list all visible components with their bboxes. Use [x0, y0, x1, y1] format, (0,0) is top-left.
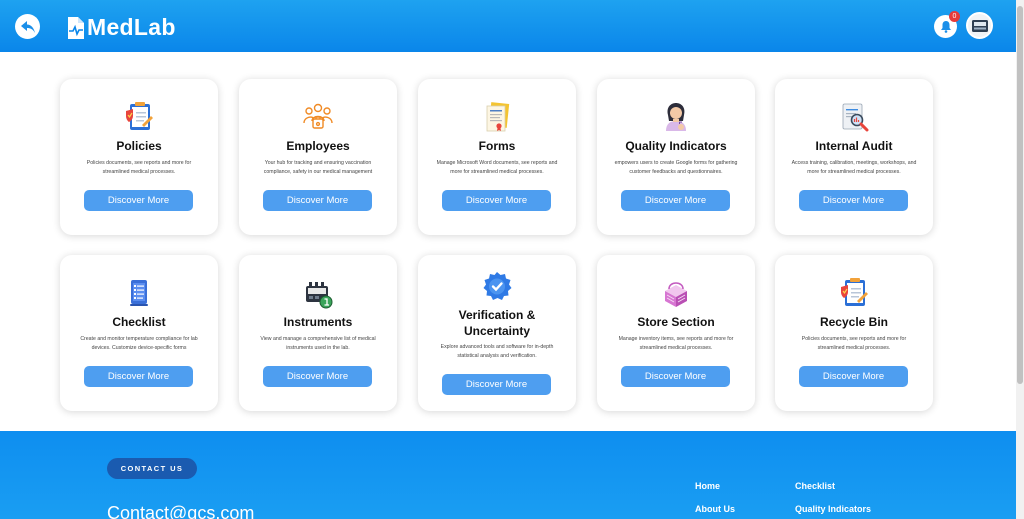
- card-title: Store Section: [637, 315, 715, 329]
- card-policies: Policies Policies documents, see reports…: [60, 79, 218, 235]
- card-description: Manage inventory items, see reports and …: [618, 336, 734, 351]
- card-store-section: Store Section Manage inventory items, se…: [597, 255, 755, 411]
- card-title: Forms: [478, 139, 516, 153]
- discover-more-button[interactable]: Discover More: [442, 374, 551, 395]
- card-description: Policies documents, see reports and more…: [801, 336, 907, 351]
- card-description: Explore advanced tools and software for …: [440, 344, 554, 359]
- avatar-icon: [971, 19, 988, 32]
- card-employees: Employees Your hub for tracking and ensu…: [239, 79, 397, 235]
- recycle-bin-icon: [841, 278, 868, 306]
- card-description: Your hub for tracking and ensuring vacci…: [263, 160, 373, 175]
- card-description: Access training, calibration, meetings, …: [791, 160, 917, 175]
- card-title: Internal Audit: [815, 139, 893, 153]
- card-title: Instruments: [283, 315, 353, 329]
- discover-more-button[interactable]: Discover More: [84, 366, 193, 387]
- verification-icon: [483, 272, 512, 300]
- brand-logo[interactable]: MedLab: [66, 14, 176, 41]
- bell-icon: [940, 21, 951, 33]
- card-title: Quality Indicators: [625, 139, 727, 153]
- card-title: Recycle Bin: [819, 315, 889, 329]
- footer-link-checklist[interactable]: Checklist: [795, 481, 835, 491]
- card-recycle-bin: Recycle Bin Policies documents, see repo…: [775, 255, 933, 411]
- discover-more-button[interactable]: Discover More: [621, 366, 730, 387]
- card-description: Policies documents, see reports and more…: [86, 160, 192, 175]
- discover-more-button[interactable]: Discover More: [263, 190, 372, 211]
- card-title: Policies: [116, 139, 162, 153]
- card-title: Employees: [286, 139, 350, 153]
- page-footer: CONTACT US Contact@qcs.com Home About Us…: [0, 431, 1016, 519]
- discover-more-button[interactable]: Discover More: [799, 190, 908, 211]
- policies-icon: [126, 102, 153, 130]
- logo-document-icon: [68, 16, 84, 39]
- discover-more-button[interactable]: Discover More: [84, 190, 193, 211]
- discover-more-button[interactable]: Discover More: [263, 366, 372, 387]
- top-header: MedLab: [0, 0, 1016, 52]
- card-internal-audit: Internal Audit Access training, calibrat…: [775, 79, 933, 235]
- checklist-icon: [130, 280, 148, 306]
- card-quality-indicators: Quality Indicators empowers users to cre…: [597, 79, 755, 235]
- card-description: Manage Microsoft Word documents, see rep…: [436, 160, 558, 175]
- card-description: View and manage a comprehensive list of …: [260, 336, 376, 351]
- user-avatar-button[interactable]: [966, 12, 993, 39]
- discover-more-button[interactable]: Discover More: [442, 190, 551, 211]
- footer-link-home[interactable]: Home: [695, 481, 720, 491]
- back-arrow-icon: [20, 20, 35, 33]
- quality-indicators-icon: [666, 103, 686, 131]
- card-description: empowers users to create Google forms fo…: [614, 160, 738, 175]
- scrollbar-thumb[interactable]: [1017, 6, 1023, 384]
- internal-audit-icon: [842, 103, 869, 132]
- instruments-icon: [306, 282, 333, 309]
- card-verification-uncertainty: Verification & Uncertainty Explore advan…: [418, 255, 576, 411]
- card-description: Create and monitor temperature complianc…: [80, 336, 198, 351]
- card-title: Checklist: [112, 315, 166, 329]
- contact-email-link[interactable]: Contact@qcs.com: [107, 503, 254, 519]
- footer-link-quality-indicators[interactable]: Quality Indicators: [795, 504, 871, 514]
- footer-link-about-us[interactable]: About Us: [695, 504, 735, 514]
- forms-icon: [486, 102, 510, 132]
- employees-icon: [303, 103, 333, 129]
- discover-more-button[interactable]: Discover More: [621, 190, 730, 211]
- card-checklist: Checklist Create and monitor temperature…: [60, 255, 218, 411]
- card-forms: Forms Manage Microsoft Word documents, s…: [418, 79, 576, 235]
- discover-more-button[interactable]: Discover More: [799, 366, 908, 387]
- store-icon: [665, 282, 687, 307]
- notification-count-badge: 0: [949, 11, 960, 22]
- card-instruments: Instruments View and manage a comprehens…: [239, 255, 397, 411]
- card-title: Verification & Uncertainty: [458, 308, 536, 338]
- contact-us-label: CONTACT US: [107, 458, 197, 479]
- brand-name: MedLab: [87, 14, 176, 40]
- back-button[interactable]: [15, 14, 40, 39]
